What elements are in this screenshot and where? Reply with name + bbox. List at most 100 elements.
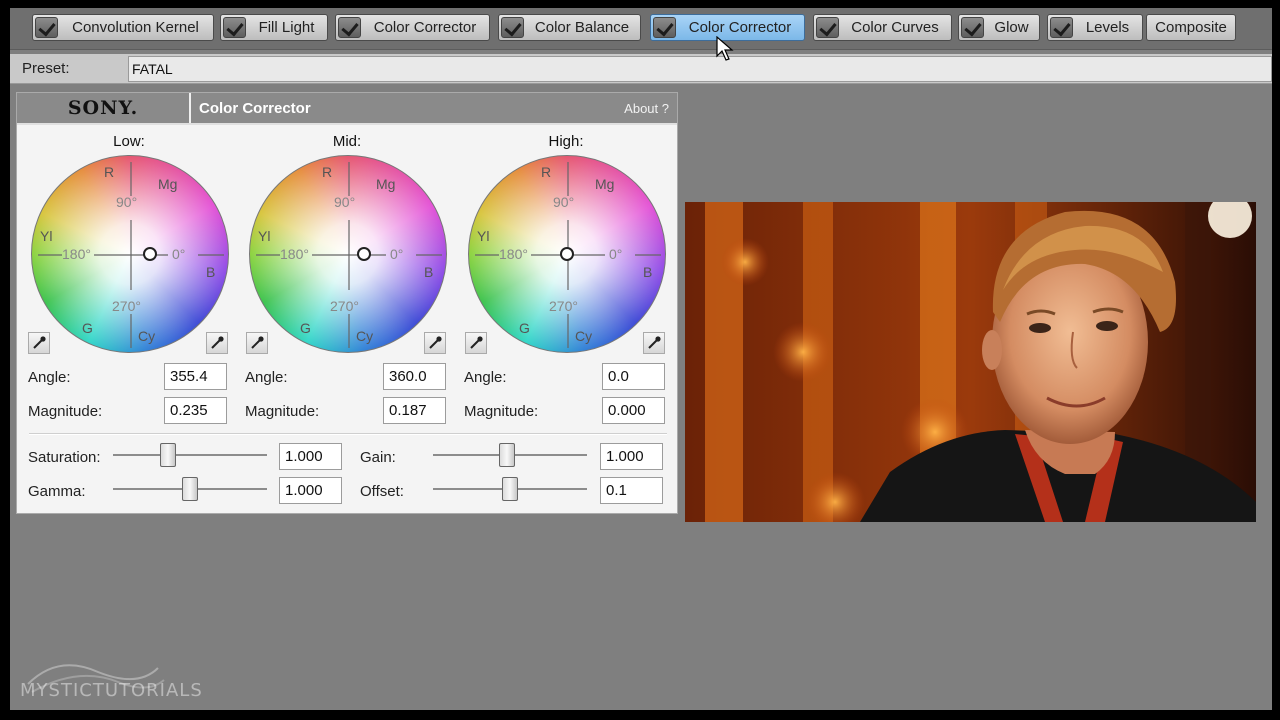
tab-enable-checkbox[interactable] [35, 17, 58, 38]
tab-label: Composite [1155, 19, 1227, 36]
high-wheel-handle[interactable] [560, 247, 574, 261]
low-angle-input[interactable]: 355.4 [164, 363, 227, 390]
mid-angle-input[interactable]: 360.0 [383, 363, 446, 390]
preset-label: Preset: [22, 60, 70, 77]
offset-label: Offset: [360, 483, 404, 500]
high-wheel-title: High: [548, 133, 584, 150]
gain-input[interactable]: 1.000 [600, 443, 663, 470]
gamma-slider-thumb[interactable] [182, 477, 198, 501]
tab-color-corrector-1[interactable]: Color Corrector [335, 14, 490, 41]
label-180deg: 180° [62, 246, 91, 262]
label-b: B [643, 264, 653, 280]
tab-label: Fill Light [258, 19, 315, 36]
label-yl: Yl [258, 228, 271, 244]
tab-convolution-kernel[interactable]: Convolution Kernel [32, 14, 214, 41]
label-270deg: 270° [112, 298, 141, 314]
gain-label: Gain: [360, 449, 396, 466]
preview-image [685, 202, 1256, 522]
effect-tab-bar: Convolution Kernel Fill Light Color Corr… [10, 8, 1272, 50]
tab-label: Color Corrector [688, 19, 792, 36]
mid-color-wheel[interactable]: R Mg B Cy G Yl 90° 180° 0° 270° [249, 155, 447, 353]
high-angle-input[interactable]: 0.0 [602, 363, 665, 390]
low-wheel-handle[interactable] [143, 247, 157, 261]
tab-label: Convolution Kernel [72, 19, 199, 36]
high-color-wheel[interactable]: R Mg B Cy G Yl 90° 180° 0° 270° [468, 155, 666, 353]
label-cy: Cy [356, 328, 374, 344]
label-180deg: 180° [280, 246, 309, 262]
saturation-input[interactable]: 1.000 [279, 443, 342, 470]
tab-enable-checkbox[interactable] [223, 17, 246, 38]
tab-composite[interactable]: Composite [1146, 14, 1236, 41]
tab-color-balance[interactable]: Color Balance [498, 14, 641, 41]
label-r: R [104, 164, 115, 180]
tab-enable-checkbox[interactable] [816, 17, 839, 38]
tab-enable-checkbox[interactable] [653, 17, 676, 38]
label-cy: Cy [138, 328, 156, 344]
label-cy: Cy [575, 328, 593, 344]
mid-wheel-title: Mid: [332, 133, 362, 150]
mid-magnitude-label: Magnitude: [245, 403, 320, 420]
low-eyedropper-right-icon[interactable] [206, 332, 228, 354]
panel-title-bar: Color Corrector About ? [189, 93, 677, 123]
tab-label: Color Curves [851, 19, 939, 36]
mid-eyedropper-icon[interactable] [246, 332, 268, 354]
label-b: B [206, 264, 216, 280]
preset-row: Preset: FATAL [10, 54, 1272, 84]
tab-levels[interactable]: Levels [1047, 14, 1143, 41]
low-magnitude-label: Magnitude: [28, 403, 103, 420]
low-eyedropper-icon[interactable] [28, 332, 50, 354]
mid-wheel-handle[interactable] [357, 247, 371, 261]
mid-eyedropper-right-icon[interactable] [424, 332, 446, 354]
mid-magnitude-input[interactable]: 0.187 [383, 397, 446, 424]
tab-enable-checkbox[interactable] [1050, 17, 1073, 38]
tab-enable-checkbox[interactable] [961, 17, 984, 38]
slider-track [113, 454, 267, 456]
saturation-slider[interactable] [113, 443, 267, 467]
label-90deg: 90° [334, 194, 356, 210]
label-90deg: 90° [553, 194, 575, 210]
low-wheel-group: Low: R Mg B Cy G Yl 90° 180° 0° 270° [21, 129, 237, 359]
high-angle-label: Angle: [464, 369, 507, 386]
label-g: G [82, 320, 93, 336]
gamma-slider[interactable] [113, 477, 267, 501]
offset-slider[interactable] [433, 477, 587, 501]
panel-title: Color Corrector [199, 99, 311, 117]
label-270deg: 270° [549, 298, 578, 314]
gamma-input[interactable]: 1.000 [279, 477, 342, 504]
label-yl: Yl [477, 228, 490, 244]
high-magnitude-input[interactable]: 0.000 [602, 397, 665, 424]
gain-slider[interactable] [433, 443, 587, 467]
offset-slider-thumb[interactable] [502, 477, 518, 501]
low-magnitude-input[interactable]: 0.235 [164, 397, 227, 424]
tab-color-curves[interactable]: Color Curves [813, 14, 952, 41]
divider [29, 433, 667, 435]
offset-input[interactable]: 0.1 [600, 477, 663, 504]
low-angle-label: Angle: [28, 369, 71, 386]
video-preview [685, 202, 1256, 522]
saturation-slider-thumb[interactable] [160, 443, 176, 467]
low-color-wheel[interactable]: R Mg B Cy G Yl 90° 180° 0° 270° [31, 155, 229, 353]
tab-label: Levels [1085, 19, 1130, 36]
label-mg: Mg [376, 176, 396, 192]
tab-glow[interactable]: Glow [958, 14, 1040, 41]
tab-fill-light[interactable]: Fill Light [220, 14, 328, 41]
label-g: G [300, 320, 311, 336]
label-g: G [519, 320, 530, 336]
preset-dropdown[interactable]: FATAL [128, 56, 1272, 82]
tab-enable-checkbox[interactable] [338, 17, 361, 38]
about-button[interactable]: About ? [624, 101, 669, 116]
tab-enable-checkbox[interactable] [501, 17, 524, 38]
label-r: R [322, 164, 333, 180]
high-eyedropper-icon[interactable] [465, 332, 487, 354]
label-0deg: 0° [609, 246, 623, 262]
saturation-label: Saturation: [28, 449, 101, 466]
color-corrector-panel: SONY. Color Corrector About ? Low: R Mg [16, 92, 678, 514]
panel-header: SONY. Color Corrector About ? [17, 93, 677, 125]
gamma-label: Gamma: [28, 483, 86, 500]
label-b: B [424, 264, 434, 280]
high-eyedropper-right-icon[interactable] [643, 332, 665, 354]
gain-slider-thumb[interactable] [499, 443, 515, 467]
app-window: Convolution Kernel Fill Light Color Corr… [10, 8, 1272, 710]
label-r: R [541, 164, 552, 180]
label-0deg: 0° [390, 246, 404, 262]
